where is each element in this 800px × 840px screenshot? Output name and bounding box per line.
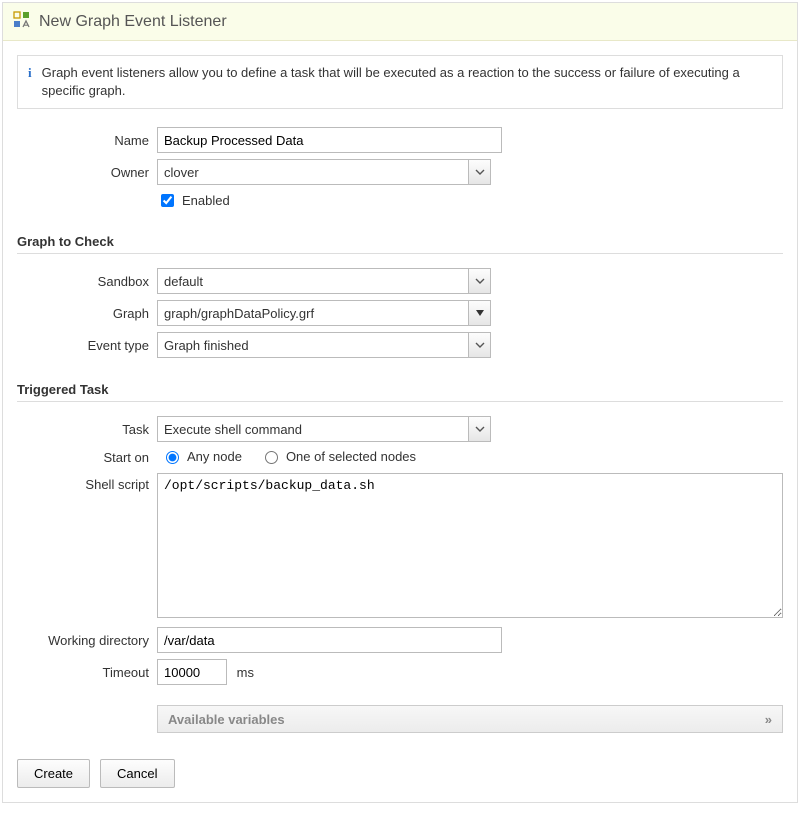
event-type-select[interactable]: Graph finished (157, 332, 491, 358)
enabled-label: Enabled (182, 193, 230, 208)
start-on-one[interactable]: One of selected nodes (260, 448, 416, 464)
listener-icon (13, 11, 31, 32)
info-icon: i (28, 64, 32, 79)
start-on-any-radio[interactable] (166, 451, 179, 464)
graph-dropdown-button[interactable] (468, 301, 490, 325)
owner-dropdown-button[interactable] (468, 160, 490, 184)
chevron-right-icon: » (765, 712, 772, 727)
available-variables-label: Available variables (168, 712, 285, 727)
owner-value: clover (158, 160, 468, 184)
task-label: Task (17, 422, 157, 437)
event-type-label: Event type (17, 338, 157, 353)
start-on-one-radio[interactable] (265, 451, 278, 464)
enabled-checkbox-wrap[interactable]: Enabled (157, 191, 230, 210)
shell-script-label: Shell script (17, 473, 157, 492)
start-on-label: Start on (17, 450, 157, 465)
caret-down-icon (476, 309, 484, 317)
create-button[interactable]: Create (17, 759, 90, 788)
timeout-unit: ms (237, 665, 254, 680)
start-on-any[interactable]: Any node (161, 448, 242, 464)
name-input[interactable] (157, 127, 502, 153)
graph-combo[interactable]: graph/graphDataPolicy.grf (157, 300, 491, 326)
chevron-down-icon (475, 424, 485, 434)
start-on-any-label: Any node (187, 449, 242, 464)
section-graph-to-check: Graph to Check (17, 234, 783, 254)
name-label: Name (17, 133, 157, 148)
working-dir-label: Working directory (17, 633, 157, 648)
chevron-down-icon (475, 276, 485, 286)
section-triggered-task: Triggered Task (17, 382, 783, 402)
enabled-checkbox[interactable] (161, 194, 174, 207)
working-dir-input[interactable] (157, 627, 502, 653)
sandbox-select[interactable]: default (157, 268, 491, 294)
page-titlebar: New Graph Event Listener (3, 3, 797, 41)
task-dropdown-button[interactable] (468, 417, 490, 441)
shell-script-textarea[interactable] (157, 473, 783, 618)
chevron-down-icon (475, 167, 485, 177)
sandbox-label: Sandbox (17, 274, 157, 289)
task-select[interactable]: Execute shell command (157, 416, 491, 442)
graph-value: graph/graphDataPolicy.grf (158, 301, 468, 325)
sandbox-dropdown-button[interactable] (468, 269, 490, 293)
event-type-value: Graph finished (158, 333, 468, 357)
graph-label: Graph (17, 306, 157, 321)
owner-label: Owner (17, 165, 157, 180)
chevron-down-icon (475, 340, 485, 350)
start-on-one-label: One of selected nodes (286, 449, 416, 464)
timeout-input[interactable] (157, 659, 227, 685)
event-type-dropdown-button[interactable] (468, 333, 490, 357)
page-title: New Graph Event Listener (39, 13, 227, 31)
timeout-label: Timeout (17, 665, 157, 680)
info-message: Graph event listeners allow you to defin… (42, 64, 772, 100)
sandbox-value: default (158, 269, 468, 293)
available-variables-toggle[interactable]: Available variables » (157, 705, 783, 733)
info-box: i Graph event listeners allow you to def… (17, 55, 783, 109)
form-footer: Create Cancel (17, 739, 783, 788)
cancel-button[interactable]: Cancel (100, 759, 174, 788)
task-value: Execute shell command (158, 417, 468, 441)
start-on-radio-group: Any node One of selected nodes (157, 448, 416, 464)
owner-select[interactable]: clover (157, 159, 491, 185)
